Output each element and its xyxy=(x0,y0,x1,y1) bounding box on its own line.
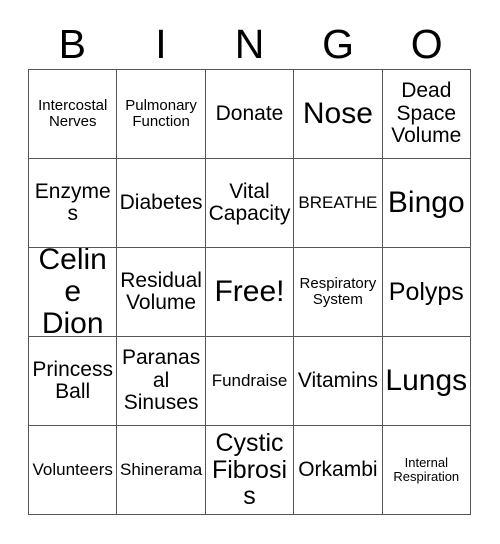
bingo-cell-label: Shinerama xyxy=(119,459,203,479)
bingo-cell-r2c2[interactable]: Diabetes xyxy=(117,159,206,248)
header-letter-g: G xyxy=(322,21,355,67)
bingo-cell-r5c2[interactable]: Shinerama xyxy=(117,426,206,515)
header-letter-i: I xyxy=(155,21,167,67)
bingo-cell-label: Celine Dion xyxy=(38,248,107,337)
header-letter-b: B xyxy=(58,21,86,67)
bingo-cell-r5c5[interactable]: Internal Respiration xyxy=(382,426,471,515)
bingo-cell-label: Intercostal Nerves xyxy=(38,96,108,130)
bingo-cell-label: Free! xyxy=(214,274,285,308)
bingo-cell-r1c5[interactable]: Dead Space Volume xyxy=(382,70,471,159)
bingo-cell-label: Donate xyxy=(215,101,284,125)
bingo-cell-r3c1[interactable]: Celine Dion xyxy=(29,248,118,337)
bingo-cell-r4c5[interactable]: Lungs xyxy=(382,337,471,426)
bingo-cell-label: Enzymes xyxy=(34,179,111,225)
bingo-cell-label: BREATHE xyxy=(298,192,378,212)
bingo-cell-label: Vitamins xyxy=(297,368,378,392)
bingo-cell-label: Bingo xyxy=(387,185,465,219)
bingo-cell-r1c1[interactable]: Intercostal Nerves xyxy=(29,70,118,159)
bingo-cell-label: Residual Volume xyxy=(120,268,202,314)
bingo-cell-r3c2[interactable]: Residual Volume xyxy=(117,248,206,337)
bingo-cell-label: Internal Respiration xyxy=(393,455,460,484)
header-letter-o: O xyxy=(410,21,443,67)
bingo-cell-label: Nose xyxy=(302,96,373,130)
bingo-cell-label: Diabetes xyxy=(119,190,203,214)
bingo-cell-r2c3[interactable]: Vital Capacity xyxy=(205,159,295,248)
bingo-cell-r1c2[interactable]: Pulmonary Function xyxy=(117,70,206,159)
bingo-cell-label: Polyps xyxy=(388,277,464,306)
bingo-cell-r2c5[interactable]: Bingo xyxy=(382,159,471,248)
bingo-cell-r4c1[interactable]: Princess Ball xyxy=(29,337,118,426)
bingo-cell-label: Cystic Fibrosis xyxy=(211,428,287,511)
bingo-cell-label: Princess Ball xyxy=(32,357,113,403)
bingo-cell-label: Fundraise xyxy=(211,370,288,390)
bingo-grid: Intercostal Nerves Pulmonary Function Do… xyxy=(28,69,471,515)
bingo-cell-free-space[interactable]: Free! xyxy=(205,248,295,337)
bingo-card: B I N G O Intercostal Nerves Pulmonary F… xyxy=(28,20,471,515)
bingo-cell-r4c4[interactable]: Vitamins xyxy=(294,337,383,426)
bingo-cell-label: Orkambi xyxy=(298,457,378,481)
bingo-cell-r1c3[interactable]: Donate xyxy=(205,70,295,159)
bingo-header-row: B I N G O xyxy=(28,20,471,69)
header-letter-n: N xyxy=(234,21,265,67)
bingo-cell-r1c4[interactable]: Nose xyxy=(294,70,383,159)
bingo-cell-r5c4[interactable]: Orkambi xyxy=(294,426,383,515)
bingo-cell-r4c3[interactable]: Fundraise xyxy=(205,337,295,426)
bingo-cell-label: Lungs xyxy=(385,363,468,397)
bingo-cell-label: Vital Capacity xyxy=(208,179,291,225)
bingo-cell-label: Paranasal Sinuses xyxy=(121,346,201,415)
bingo-cell-r4c2[interactable]: Paranasal Sinuses xyxy=(117,337,206,426)
bingo-cell-r3c5[interactable]: Polyps xyxy=(382,248,471,337)
bingo-cell-r5c1[interactable]: Volunteers xyxy=(29,426,118,515)
bingo-cell-r2c1[interactable]: Enzymes xyxy=(29,159,118,248)
bingo-cell-r2c4[interactable]: BREATHE xyxy=(294,159,383,248)
bingo-cell-label: Pulmonary Function xyxy=(125,96,197,130)
bingo-cell-label: Dead Space Volume xyxy=(391,79,462,148)
bingo-cell-label: Respiratory System xyxy=(299,274,377,308)
bingo-cell-label: Volunteers xyxy=(32,459,113,479)
bingo-cell-r3c4[interactable]: Respiratory System xyxy=(294,248,383,337)
bingo-cell-r5c3[interactable]: Cystic Fibrosis xyxy=(205,426,295,515)
